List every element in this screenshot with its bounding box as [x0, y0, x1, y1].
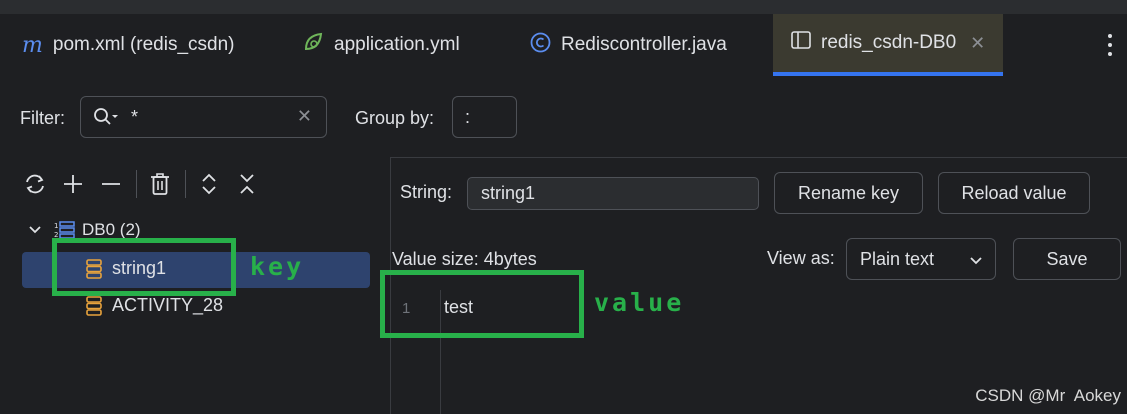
delete-icon[interactable] [145, 169, 175, 199]
filter-value: * [131, 106, 139, 127]
key-annotation-box [52, 238, 236, 296]
key-name-value: string1 [481, 183, 536, 203]
close-icon[interactable]: ✕ [970, 33, 985, 54]
clear-icon[interactable]: ✕ [297, 106, 312, 127]
filter-input[interactable]: * ✕ [80, 96, 327, 138]
value-annotation-label: value [594, 288, 685, 317]
class-icon [530, 32, 551, 59]
tab-pom-xml[interactable]: m pom.xml (redis_csdn) [22, 14, 234, 76]
key-label: ACTIVITY_28 [112, 295, 224, 315]
toolbar-divider [185, 170, 186, 198]
chevron-down-icon [969, 251, 983, 272]
toolbar-divider [136, 170, 137, 198]
chevron-down-icon[interactable] [28, 220, 42, 240]
key-annotation-label: key [250, 252, 305, 281]
search-icon[interactable] [93, 107, 119, 127]
view-as-label: View as: [767, 248, 835, 268]
refresh-icon[interactable] [20, 169, 50, 199]
reload-value-button[interactable]: Reload value [938, 172, 1090, 214]
view-as-select[interactable]: Plain text [846, 238, 996, 280]
group-by-label: Group by: [355, 108, 435, 128]
remove-icon[interactable] [96, 169, 126, 199]
watermark: CSDN @Mr Aokey [975, 386, 1121, 405]
value-size-label: Value size: 4bytes [392, 249, 537, 269]
key-icon [86, 295, 102, 316]
add-icon[interactable] [58, 169, 88, 199]
group-by-input[interactable]: : [452, 96, 517, 138]
key-name-input[interactable]: string1 [467, 177, 759, 210]
expand-all-icon[interactable] [194, 169, 224, 199]
tab-label: application.yml [334, 34, 460, 55]
tab-application-yml[interactable]: application.yml [302, 14, 460, 76]
db-label: DB0 (2) [82, 220, 141, 239]
value-annotation-box [380, 270, 584, 338]
database-list-icon: 12 [54, 220, 76, 240]
tree-item-key[interactable]: ACTIVITY_28 [86, 295, 223, 316]
tab-label: pom.xml (redis_csdn) [52, 34, 235, 55]
filter-label: Filter: [20, 108, 65, 128]
editor-tab-bar: m pom.xml (redis_csdn) application.yml R… [0, 14, 1127, 76]
tab-label: redis_csdn-DB0 [821, 32, 957, 53]
string-label: String: [400, 182, 453, 202]
tab-label: Rediscontroller.java [561, 34, 727, 55]
collapse-all-icon[interactable] [232, 169, 262, 199]
tab-redis-csdn-db0[interactable]: redis_csdn-DB0 ✕ [773, 14, 1004, 76]
tab-rediscontroller-java[interactable]: Rediscontroller.java [530, 14, 727, 76]
save-button[interactable]: Save [1013, 238, 1121, 280]
rename-key-button[interactable]: Rename key [774, 172, 923, 214]
maven-icon: m [22, 32, 43, 58]
more-options-icon[interactable] [1107, 34, 1113, 56]
svg-text:1: 1 [54, 222, 58, 230]
group-by-value: : [465, 106, 471, 127]
tree-node-db0[interactable]: 12 DB0 (2) [28, 220, 141, 240]
view-as-value: Plain text [860, 248, 935, 269]
window-top-strip [0, 0, 1127, 14]
tree-toolbar [20, 168, 270, 200]
spring-icon [302, 31, 324, 59]
table-icon [791, 31, 811, 55]
